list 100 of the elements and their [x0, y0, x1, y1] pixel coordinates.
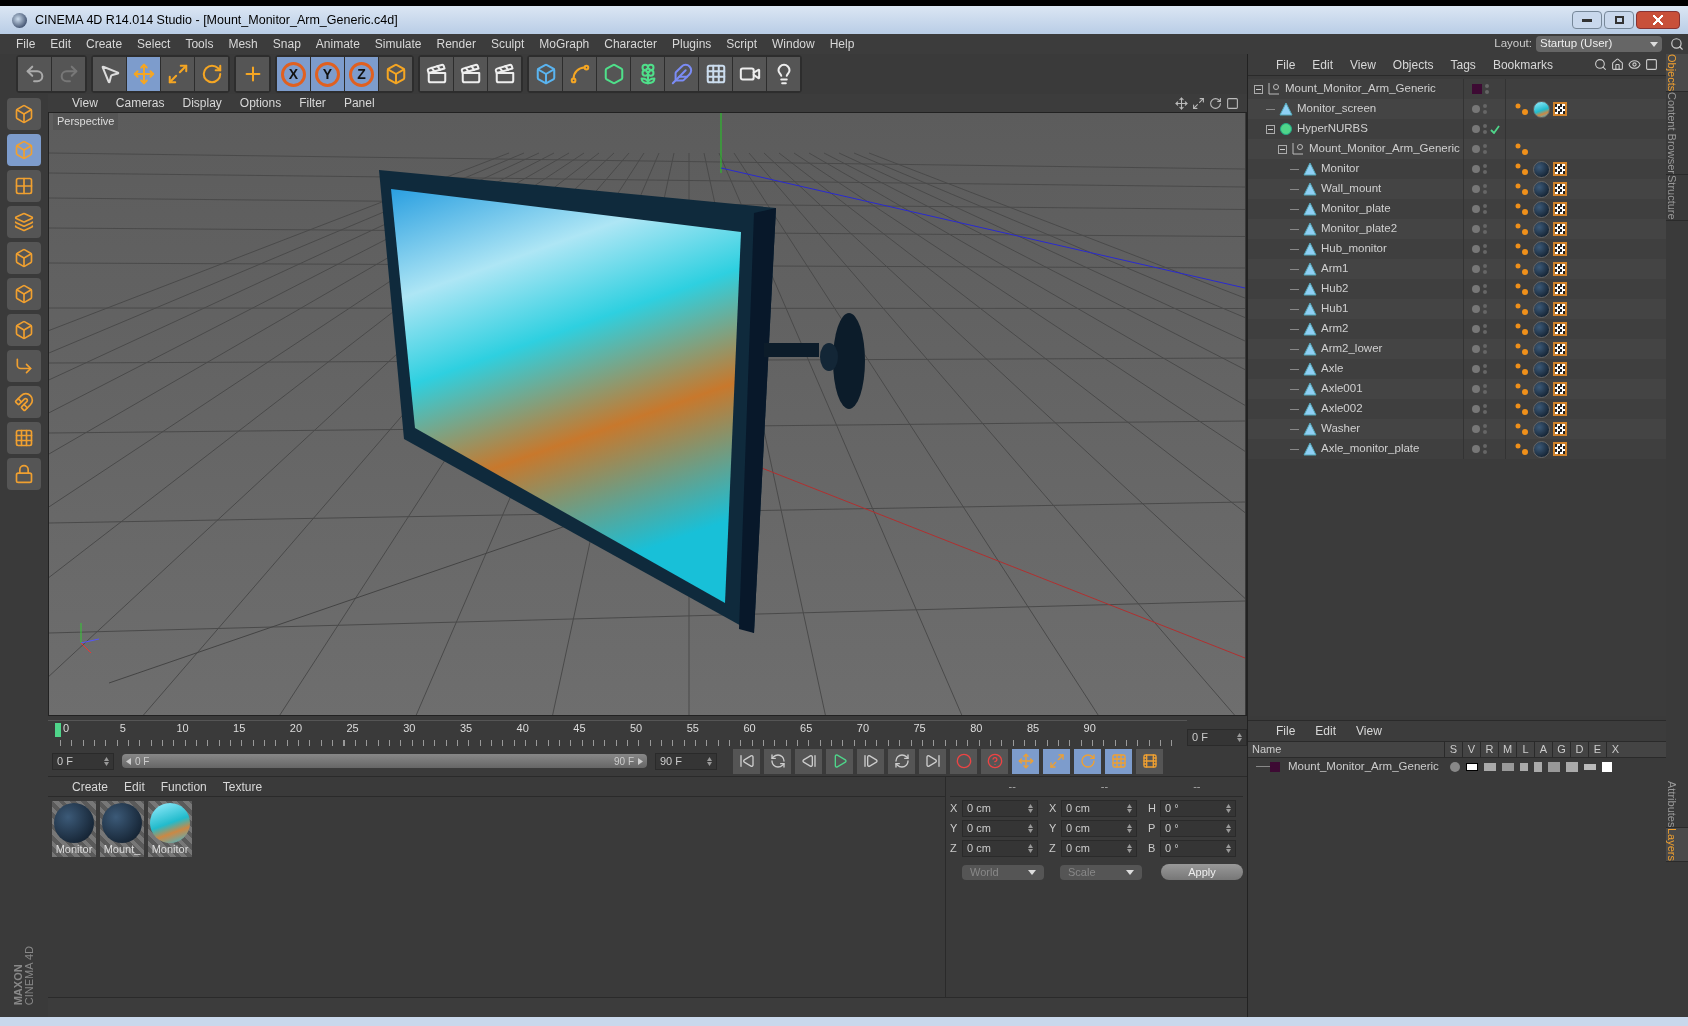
- tool-button[interactable]: [7, 98, 41, 130]
- menu-item[interactable]: Create: [86, 35, 123, 53]
- render-visibility-dots[interactable]: [1483, 224, 1487, 234]
- render-visibility-dots[interactable]: [1483, 304, 1487, 314]
- playback-button[interactable]: [795, 748, 822, 774]
- render-visibility-dots[interactable]: [1483, 204, 1487, 214]
- playback-button[interactable]: [764, 748, 791, 774]
- playback-button[interactable]: [857, 748, 884, 774]
- playback-button[interactable]: [1043, 748, 1070, 774]
- render-visibility-dots[interactable]: [1483, 424, 1487, 434]
- menu-item[interactable]: Filter: [299, 94, 326, 112]
- object-name[interactable]: Wall_mount: [1321, 180, 1382, 198]
- render-visibility-dots[interactable]: [1483, 104, 1487, 114]
- collapse-toggle[interactable]: [1278, 144, 1287, 154]
- render-visibility-dots[interactable]: [1483, 324, 1487, 334]
- coordinate-field[interactable]: 0 cm: [1061, 820, 1137, 837]
- tool-button[interactable]: [7, 458, 41, 490]
- object-name[interactable]: Washer: [1321, 420, 1361, 438]
- playback-button[interactable]: [1105, 748, 1132, 774]
- render-visibility-dots[interactable]: [1483, 244, 1487, 254]
- menu-item[interactable]: Edit: [124, 777, 145, 796]
- menu-item[interactable]: Options: [239, 94, 282, 112]
- render-visibility-dots[interactable]: [1483, 344, 1487, 354]
- menu-item[interactable]: Simulate: [374, 35, 422, 53]
- playback-button[interactable]: [981, 748, 1008, 774]
- object-name[interactable]: HyperNURBS: [1297, 120, 1368, 138]
- object-name[interactable]: Monitor: [1321, 160, 1360, 178]
- coordinate-field[interactable]: 0 cm: [962, 820, 1038, 837]
- layout-dropdown[interactable]: Startup (User): [1536, 36, 1662, 52]
- end-frame-field[interactable]: 90 F: [655, 752, 717, 770]
- coordinate-field[interactable]: 0 °: [1160, 820, 1236, 837]
- toolbar-button[interactable]: [529, 57, 562, 91]
- timeline-ruler[interactable]: 0 5 10 15 20 25 30 35 40 45 50 55 60 65 70 75 80 85 90: [48, 720, 1187, 746]
- toolbar-button[interactable]: [597, 57, 630, 91]
- material-swatch[interactable]: Monitor: [148, 801, 192, 857]
- toolbar-button[interactable]: [93, 57, 126, 91]
- toolbar-button[interactable]: [379, 57, 412, 91]
- side-tab[interactable]: Layers: [1666, 828, 1688, 863]
- menu-item[interactable]: Function: [160, 777, 207, 796]
- render-visibility-dots[interactable]: [1483, 144, 1487, 154]
- layer-toggles-drawing[interactable]: [1450, 761, 1612, 772]
- start-frame-field[interactable]: 0 F: [52, 752, 114, 770]
- playback-button[interactable]: [888, 748, 915, 774]
- menu-item[interactable]: Panel: [343, 94, 375, 112]
- render-visibility-dots[interactable]: [1483, 364, 1487, 374]
- menu-item[interactable]: Edit: [1312, 55, 1334, 74]
- menu-item[interactable]: Select: [137, 35, 171, 53]
- render-visibility-dots[interactable]: [1483, 124, 1487, 134]
- menu-item[interactable]: Render: [436, 35, 476, 53]
- render-visibility-dots[interactable]: [1483, 264, 1487, 274]
- side-tab[interactable]: Structure: [1666, 175, 1688, 221]
- menu-item[interactable]: Snap: [272, 35, 301, 53]
- object-name[interactable]: Hub1: [1321, 300, 1349, 318]
- menu-item[interactable]: Mesh: [228, 35, 258, 53]
- collapse-toggle[interactable]: [1254, 84, 1263, 94]
- toolbar-button[interactable]: [454, 57, 487, 91]
- coordinate-field[interactable]: 0 cm: [962, 800, 1038, 817]
- playback-button[interactable]: [950, 748, 977, 774]
- tool-button[interactable]: [7, 350, 41, 382]
- toolbar-button[interactable]: [161, 57, 194, 91]
- object-name[interactable]: Monitor_plate: [1321, 200, 1391, 218]
- object-name[interactable]: Axle: [1321, 360, 1344, 378]
- tool-button[interactable]: [7, 170, 41, 202]
- toolbar-button[interactable]: [767, 57, 800, 91]
- layer-color-swatch[interactable]: [1472, 84, 1482, 94]
- menu-item[interactable]: View: [72, 94, 98, 112]
- menu-item[interactable]: Texture: [222, 777, 263, 796]
- menu-item[interactable]: Edit: [50, 35, 72, 53]
- toolbar-button[interactable]: Y: [311, 57, 344, 91]
- object-name[interactable]: Hub2: [1321, 280, 1349, 298]
- menu-item[interactable]: Create: [72, 777, 109, 796]
- tool-button[interactable]: [7, 386, 41, 418]
- toolbar-button[interactable]: [563, 57, 596, 91]
- menu-item[interactable]: Plugins: [671, 35, 712, 53]
- side-tab[interactable]: Content Browser: [1666, 92, 1688, 176]
- toolbar-button[interactable]: [733, 57, 766, 91]
- render-visibility-dots[interactable]: [1483, 384, 1487, 394]
- render-visibility-dots[interactable]: [1483, 164, 1487, 174]
- menu-item[interactable]: MoGraph: [539, 35, 590, 53]
- render-visibility-dots[interactable]: [1483, 184, 1487, 194]
- playback-button[interactable]: [919, 748, 946, 774]
- toolbar-button[interactable]: [236, 57, 269, 91]
- material-swatch[interactable]: Monitor: [52, 801, 96, 857]
- menu-item[interactable]: Display: [182, 94, 222, 112]
- coordinate-field[interactable]: 0 °: [1160, 840, 1236, 857]
- object-name[interactable]: Axle002: [1321, 400, 1363, 418]
- toolbar-button[interactable]: [699, 57, 732, 91]
- menu-item[interactable]: File: [1276, 55, 1296, 74]
- check-icon[interactable]: [1490, 124, 1500, 134]
- coordinate-field[interactable]: 0 cm: [1061, 840, 1137, 857]
- tool-button[interactable]: [7, 278, 41, 310]
- menu-item[interactable]: View: [1350, 55, 1376, 74]
- playback-button[interactable]: [1136, 748, 1163, 774]
- side-tab[interactable]: Objects: [1666, 54, 1688, 93]
- restore-button[interactable]: [1604, 11, 1634, 29]
- toolbar-button[interactable]: [420, 57, 453, 91]
- coordinate-field[interactable]: 0 cm: [1061, 800, 1137, 817]
- close-button[interactable]: [1636, 11, 1680, 29]
- render-visibility-dots[interactable]: [1483, 444, 1487, 454]
- playback-button[interactable]: [826, 748, 853, 774]
